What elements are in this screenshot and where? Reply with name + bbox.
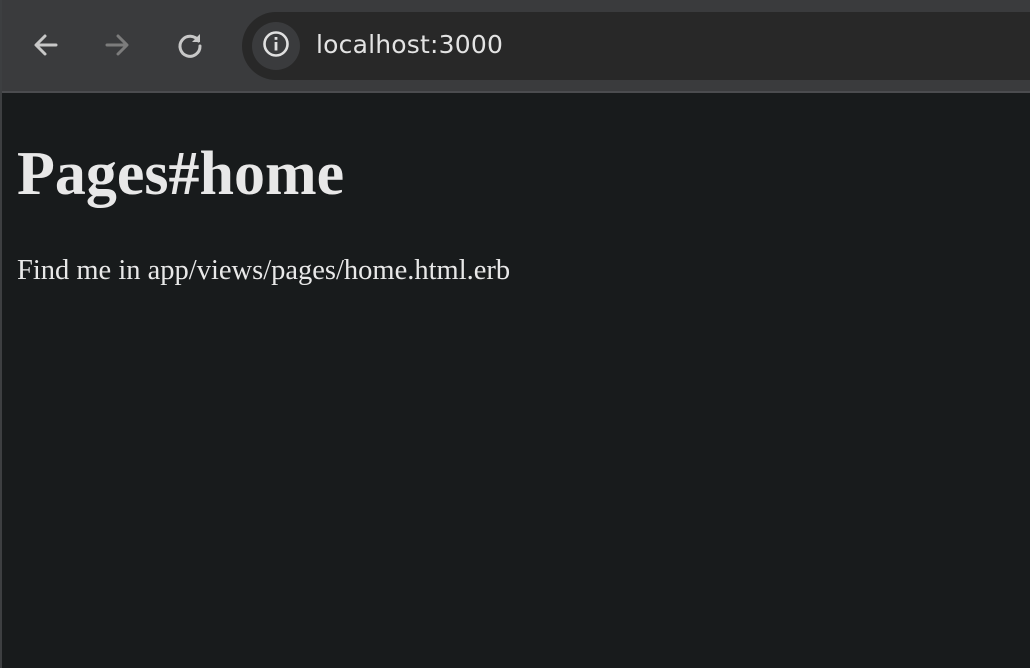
address-bar-url[interactable]: localhost:3000 [316,28,503,62]
page-title: Pages#home [17,140,345,208]
forward-button[interactable] [98,26,136,64]
arrow-left-icon [32,31,60,59]
arrow-right-icon [103,31,131,59]
browser-toolbar: localhost:3000 [2,0,1030,93]
info-circle-icon [262,30,290,63]
page-body-text: Find me in app/views/pages/home.html.erb [17,255,511,286]
reload-button[interactable] [171,26,209,64]
back-button[interactable] [27,26,65,64]
reload-icon [175,30,205,60]
browser-window: localhost:3000 Pages#home Find me in app… [0,0,1030,668]
address-bar[interactable]: localhost:3000 [242,12,1030,80]
site-info-button[interactable] [252,22,300,70]
page-content: Pages#home Find me in app/views/pages/ho… [17,93,1020,668]
